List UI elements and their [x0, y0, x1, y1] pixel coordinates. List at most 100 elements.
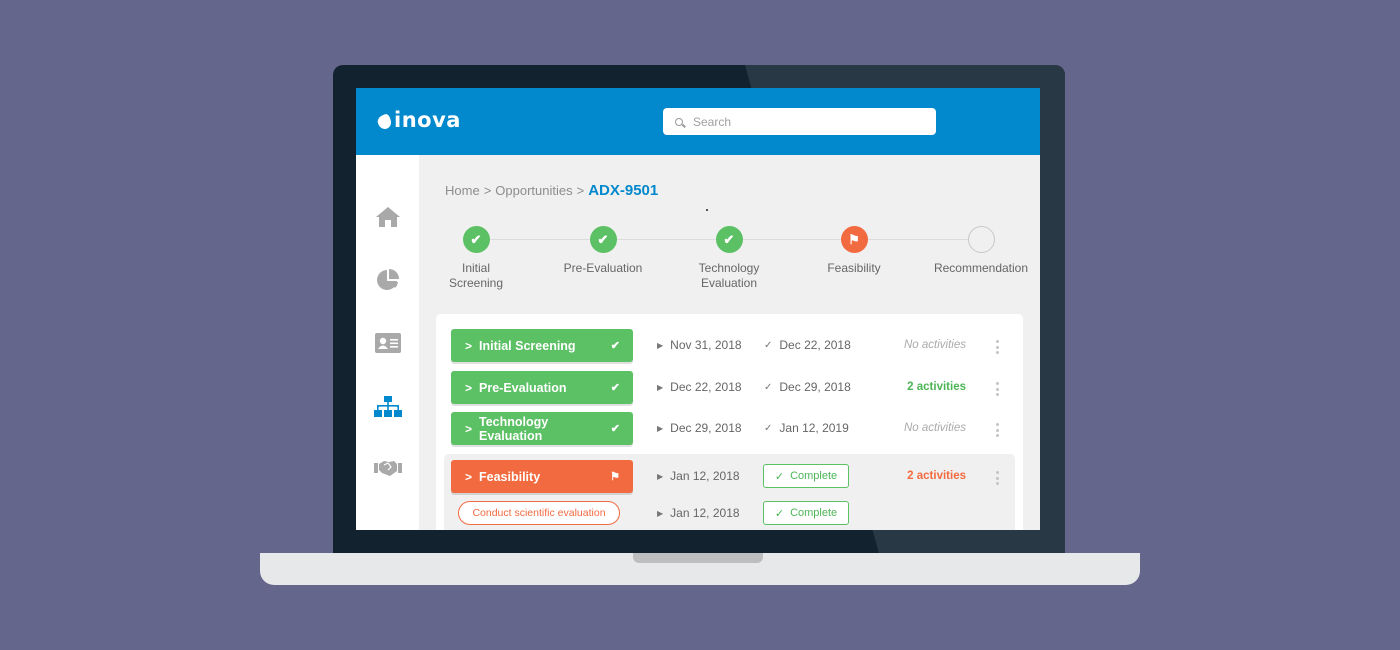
complete-badge[interactable]: ✓ Complete: [763, 464, 849, 488]
stage-button-pre-evaluation[interactable]: > Pre-Evaluation ✔: [451, 371, 633, 404]
start-date: ▶ Dec 29, 2018: [657, 421, 742, 435]
activities-count[interactable]: No activities: [876, 339, 966, 351]
sidebar-item-hierarchy[interactable]: [356, 387, 419, 427]
stray-dot: [706, 209, 708, 211]
activities-count[interactable]: 2 activities: [876, 381, 966, 393]
breadcrumb-current: ADX-9501: [588, 182, 659, 199]
handshake-icon: [373, 461, 402, 476]
play-icon: ▶: [657, 423, 664, 433]
pie-chart-icon: [376, 269, 399, 290]
check-icon: ✔: [715, 226, 743, 253]
check-icon: ✔: [589, 226, 617, 253]
small-check-icon: ✓: [764, 381, 773, 393]
subtask-row: Conduct scientific evaluation ▶ Jan 12, 2…: [436, 500, 1023, 530]
start-date-text: Dec 29, 2018: [670, 421, 742, 435]
stage-row: > Initial Screening ✔ ▶ Nov 31, 2018 ✓ Dec …: [436, 329, 1023, 367]
step-technology-evaluation[interactable]: ✔ Technology Evaluation: [674, 226, 784, 291]
top-header: inova: [356, 88, 1040, 155]
chevron-right-icon: >: [465, 421, 473, 436]
stage-button-feasibility[interactable]: > Feasibility ⚑: [451, 460, 633, 493]
id-card-icon: [374, 333, 401, 353]
sidebar-item-partners[interactable]: [356, 448, 419, 488]
breadcrumb-opportunities[interactable]: Opportunities: [495, 183, 572, 198]
step-initial-screening[interactable]: ✔ Initial Screening: [421, 226, 531, 291]
progress-stepper: ✔ Initial Screening ✔ Pre-Evaluation ✔ Te…: [440, 226, 1040, 296]
step-feasibility[interactable]: ⚑ Feasibility: [799, 226, 909, 276]
play-icon: ▶: [657, 471, 664, 481]
flag-icon: ⚑: [610, 471, 620, 483]
home-icon: [375, 207, 400, 227]
step-label: Technology: [698, 261, 760, 275]
end-date-text: Dec 29, 2018: [779, 380, 851, 394]
logo[interactable]: inova: [375, 108, 461, 132]
start-date-text: Jan 12, 2018: [670, 506, 740, 520]
end-date-text: Dec 22, 2018: [779, 338, 851, 352]
start-date: ▶ Jan 12, 2018: [657, 469, 740, 483]
check-icon: ✔: [610, 423, 620, 435]
sidebar-item-home[interactable]: [356, 197, 419, 237]
complete-label: Complete: [790, 470, 838, 482]
step-recommendation[interactable]: Recommendation: [926, 226, 1036, 276]
search-icon: [675, 117, 683, 126]
sidebar-item-contacts[interactable]: [356, 323, 419, 363]
step-label: Evaluation: [700, 276, 758, 290]
check-icon: ✔: [610, 382, 620, 394]
more-options-icon[interactable]: [994, 382, 1000, 396]
play-icon: ▶: [657, 340, 664, 350]
stage-label: Feasibility: [479, 469, 541, 484]
stage-row: > Pre-Evaluation ✔ ▶ Dec 22, 2018 ✓ Dec 29,…: [436, 371, 1023, 409]
stage-row-active: > Feasibility ⚑ ▶ Jan 12, 2018 ✓ Complete 2…: [436, 460, 1023, 498]
play-icon: ▶: [657, 508, 664, 518]
logo-text: inova: [394, 108, 461, 132]
stage-button-initial-screening[interactable]: > Initial Screening ✔: [451, 329, 633, 362]
step-label: Recommendation: [933, 261, 1029, 275]
laptop-notch: [633, 553, 763, 563]
start-date-text: Nov 31, 2018: [670, 338, 742, 352]
activities-count[interactable]: 2 activities: [876, 470, 966, 482]
breadcrumb-separator: >: [576, 183, 585, 198]
org-chart-icon: [373, 396, 402, 417]
stage-label: Pre-Evaluation: [479, 380, 567, 395]
more-options-icon[interactable]: [994, 471, 1000, 485]
chevron-right-icon: >: [465, 338, 473, 353]
logo-drop-icon: [375, 113, 394, 131]
start-date: ▶ Nov 31, 2018: [657, 338, 742, 352]
play-icon: ▶: [657, 382, 664, 392]
end-date: ✓ Dec 22, 2018: [764, 338, 851, 352]
stage-label: Initial Screening: [479, 338, 576, 353]
activities-count[interactable]: No activities: [876, 422, 966, 434]
start-date: ▶ Jan 12, 2018: [657, 506, 740, 520]
chevron-right-icon: >: [465, 469, 473, 484]
end-date-text: Jan 12, 2019: [779, 421, 849, 435]
breadcrumb: Home > Opportunities > ADX-9501: [445, 182, 658, 199]
small-check-icon: ✓: [774, 507, 785, 520]
step-pre-evaluation[interactable]: ✔ Pre-Evaluation: [548, 226, 658, 276]
small-check-icon: ✓: [764, 422, 773, 434]
complete-label: Complete: [790, 507, 838, 519]
check-icon: ✔: [462, 226, 490, 253]
step-label: Feasibility: [827, 261, 881, 275]
search-box[interactable]: [663, 108, 936, 135]
step-label: Pre-Evaluation: [563, 261, 643, 275]
start-date-text: Dec 22, 2018: [670, 380, 742, 394]
more-options-icon[interactable]: [994, 340, 1000, 354]
sidebar-item-reports[interactable]: [356, 260, 419, 300]
step-label: Initial: [461, 261, 490, 275]
more-options-icon[interactable]: [994, 423, 1000, 437]
breadcrumb-home[interactable]: Home: [445, 183, 480, 198]
app-screen: inova Search Home > Opportunities > ADX-…: [356, 88, 1040, 530]
stage-row: > Technology Evaluation ✔ ▶ Dec 29, 2018 ✓…: [436, 412, 1023, 450]
check-icon: ✔: [610, 340, 620, 352]
small-check-icon: ✓: [774, 470, 785, 483]
subtask-pill-conduct-scientific-evaluation[interactable]: Conduct scientific evaluation: [458, 501, 620, 525]
stage-label: Technology Evaluation: [479, 414, 549, 443]
breadcrumb-separator: >: [483, 183, 492, 198]
complete-badge[interactable]: ✓ Complete: [763, 501, 849, 525]
step-label: Screening: [448, 276, 504, 290]
search-input[interactable]: [693, 114, 893, 129]
flag-icon: ⚑: [840, 226, 868, 253]
stage-button-technology-evaluation[interactable]: > Technology Evaluation ✔: [451, 412, 633, 445]
end-date: ✓ Dec 29, 2018: [764, 380, 851, 394]
chevron-right-icon: >: [465, 380, 473, 395]
end-date: ✓ Jan 12, 2019: [764, 421, 849, 435]
